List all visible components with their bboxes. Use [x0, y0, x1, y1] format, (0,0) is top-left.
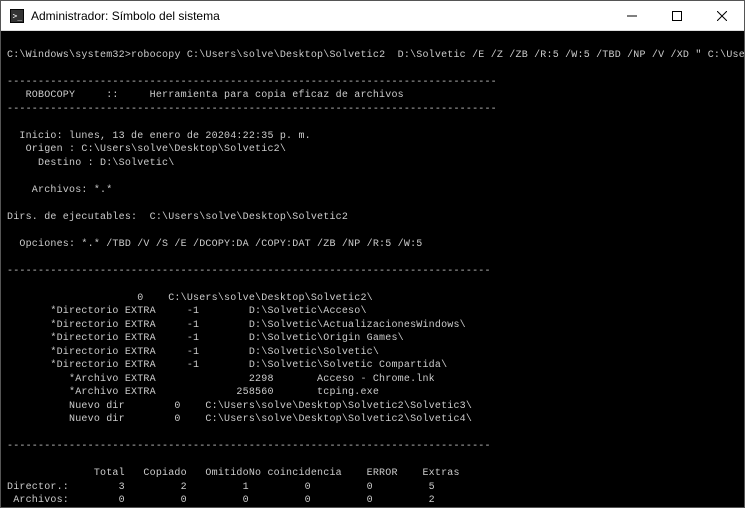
- terminal-output[interactable]: C:\Windows\system32>robocopy C:\Users\so…: [1, 31, 744, 507]
- output-row: *Directorio EXTRA -1 D:\Solvetic\Acceso\: [7, 306, 367, 317]
- summary-row: Archivos: 0 0 0 0 0 2: [7, 495, 435, 506]
- output-row: *Directorio EXTRA -1 D:\Solvetic\Solveti…: [7, 347, 379, 358]
- maximize-button[interactable]: [654, 1, 699, 31]
- output-row: 0 C:\Users\solve\Desktop\Solvetic2\: [7, 293, 373, 304]
- svg-text:>_: >_: [13, 11, 23, 20]
- prompt-line: C:\Windows\system32>robocopy C:\Users\so…: [7, 50, 744, 61]
- separator: ----------------------------------------…: [7, 104, 497, 115]
- window-title: Administrador: Símbolo del sistema: [31, 9, 609, 23]
- separator: ----------------------------------------…: [7, 266, 491, 277]
- command-prompt-window: >_ Administrador: Símbolo del sistema C:…: [0, 0, 745, 508]
- output-row: Nuevo dir 0 C:\Users\solve\Desktop\Solve…: [7, 414, 472, 425]
- dest-path: Destino : D:\Solvetic\: [7, 158, 174, 169]
- window-controls: [609, 1, 744, 30]
- exec-dirs: Dirs. de ejecutables: C:\Users\solve\Des…: [7, 212, 348, 223]
- output-row: *Directorio EXTRA -1 D:\Solvetic\Origin …: [7, 333, 404, 344]
- cmd-icon: >_: [9, 8, 25, 24]
- separator: ----------------------------------------…: [7, 441, 491, 452]
- options: Opciones: *.* /TBD /V /S /E /DCOPY:DA /C…: [7, 239, 422, 250]
- separator: ----------------------------------------…: [7, 77, 497, 88]
- output-row: *Archivo EXTRA 258560 tcping.exe: [7, 387, 379, 398]
- summary-header: Total Copiado OmitidoNo coincidencia ERR…: [7, 468, 460, 479]
- output-row: Nuevo dir 0 C:\Users\solve\Desktop\Solve…: [7, 401, 472, 412]
- source-path: Origen : C:\Users\solve\Desktop\Solvetic…: [7, 144, 286, 155]
- output-row: *Directorio EXTRA -1 D:\Solvetic\Solveti…: [7, 360, 447, 371]
- prompt-path: C:\Windows\system32>: [7, 50, 131, 61]
- output-row: *Directorio EXTRA -1 D:\Solvetic\Actuali…: [7, 320, 466, 331]
- close-button[interactable]: [699, 1, 744, 31]
- summary-row: Director.: 3 2 1 0 0 5: [7, 482, 435, 493]
- robocopy-header: ROBOCOPY :: Herramienta para copia efica…: [7, 90, 404, 101]
- minimize-button[interactable]: [609, 1, 654, 31]
- start-time: Inicio: lunes, 13 de enero de 20204:22:3…: [7, 131, 311, 142]
- files-pattern: Archivos: *.*: [7, 185, 112, 196]
- command-text: robocopy C:\Users\solve\Desktop\Solvetic…: [131, 50, 744, 61]
- output-row: *Archivo EXTRA 2298 Acceso - Chrome.lnk: [7, 374, 435, 385]
- titlebar[interactable]: >_ Administrador: Símbolo del sistema: [1, 1, 744, 31]
